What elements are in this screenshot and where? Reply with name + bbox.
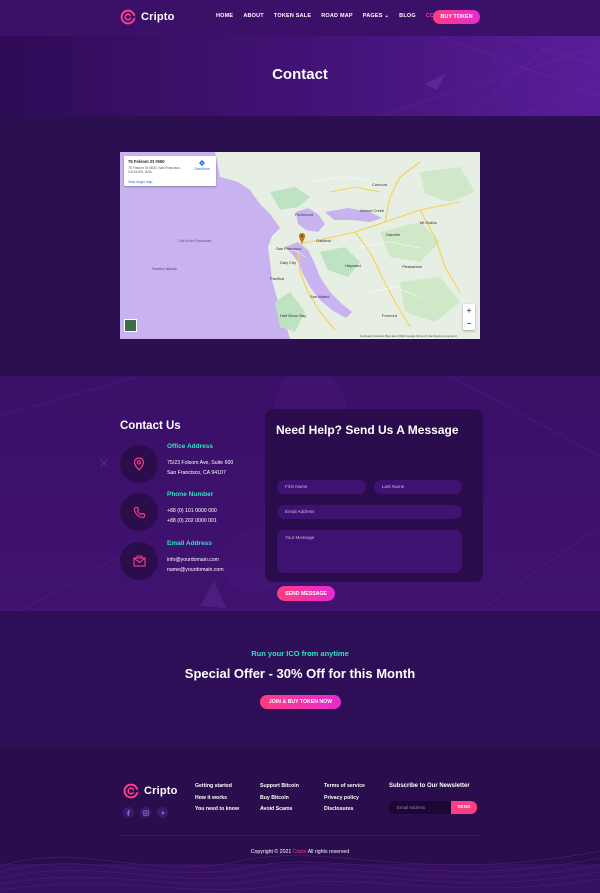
logo-icon (120, 9, 136, 25)
offer-title: Special Offer - 30% Off for this Month (184, 666, 416, 681)
send-message-button[interactable]: SEND MESSAGE (277, 586, 335, 601)
message-textarea[interactable]: Your Message (277, 530, 462, 573)
footer-links-col-3: Terms of service Privacy policy Disclosu… (324, 783, 365, 818)
nav-pages[interactable]: PAGES ⌄ (363, 13, 389, 19)
email-address-heading: Email Address (167, 540, 212, 547)
directions-label: Directions (194, 167, 210, 171)
office-address-line-1: 75/23 Folsom Ave, Suite 600 (167, 460, 234, 466)
footer-link-privacy[interactable]: Privacy policy (324, 795, 365, 807)
phone-number-line-2: +88 (0) 202 0000 001 (167, 518, 217, 524)
directions-link[interactable]: Directions (192, 160, 212, 171)
map-label-richmond: Richmond (295, 212, 313, 217)
contact-form: Need Help? Send Us A Message First Name … (265, 409, 483, 601)
map-section: San Francisco Oakland Farallon Islands G… (0, 116, 600, 376)
first-name-field[interactable]: First Name (277, 480, 366, 494)
location-icon (120, 445, 158, 483)
nav-token-sale[interactable]: TOKEN SALE (274, 13, 311, 19)
site-header: Cripto HOME ABOUT TOKEN SALE ROAD MAP PA… (0, 0, 600, 36)
phone-number-line-1: +88 (0) 101 0000 000 (167, 508, 217, 514)
directions-icon (199, 160, 205, 166)
footer-links-col-1: Getting started How it works You need to… (195, 783, 239, 818)
copyright-suffix: All rights reserved (307, 849, 350, 855)
map-label-pacifica: Pacifica (270, 276, 285, 281)
footer-link-terms[interactable]: Terms of service (324, 783, 365, 795)
map-label-mtdiablo: Mt Diablo (420, 220, 438, 225)
footer-link-you-need-to-know[interactable]: You need to know (195, 806, 239, 818)
map-label-daly: Daly City (280, 260, 296, 265)
map-info-card: 75 Folsom St #600 75 Folsom St #600, San… (124, 156, 216, 186)
offer-subtitle: Run your ICO from anytime (251, 649, 349, 658)
main-nav: HOME ABOUT TOKEN SALE ROAD MAP PAGES ⌄ B… (216, 13, 464, 19)
footer-link-buy-bitcoin[interactable]: Buy Bitcoin (260, 795, 299, 807)
youtube-icon[interactable] (157, 807, 168, 818)
view-larger-map-link[interactable]: View larger map (128, 180, 152, 184)
map-place-address: 75 Folsom St #600, San Francisco, CA 941… (128, 166, 181, 174)
phone-number-heading: Phone Number (167, 491, 214, 498)
office-address-heading: Office Address (167, 443, 213, 450)
last-name-field[interactable]: Last Name (374, 480, 462, 494)
nav-road-map[interactable]: ROAD MAP (321, 13, 353, 19)
footer-link-avoid-scams[interactable]: Avoid Scams (260, 806, 299, 818)
logo-text: Cripto (141, 11, 175, 23)
map-label-farallon: Farallon Islands (152, 267, 177, 271)
footer-links-col-2: Support Bitcoin Buy Bitcoin Avoid Scams (260, 783, 299, 818)
nav-about[interactable]: ABOUT (243, 13, 264, 19)
newsletter-heading: Subscribe to Our Newsletter (389, 783, 470, 789)
map-place-name: 75 Folsom St #600 (128, 159, 165, 164)
logo[interactable]: Cripto (120, 9, 175, 25)
join-buy-token-button[interactable]: JOIN & BUY TOKEN NOW (260, 695, 341, 709)
map-label-gulf: Gulf of the Farallones (178, 239, 212, 243)
map-label-hayward: Hayward (345, 263, 361, 268)
envelope-icon (120, 542, 158, 580)
map-label-sanmateo: San Mateo (310, 294, 330, 299)
newsletter-send-button[interactable]: SEND (451, 801, 477, 814)
email-address-line-2: name@yourdomain.com (167, 567, 224, 573)
map-label-halfmoon: Half Moon Bay (280, 313, 306, 318)
phone-icon (120, 493, 158, 531)
map-label-pleasanton: Pleasanton (402, 264, 422, 269)
instagram-icon[interactable] (140, 807, 151, 818)
email-field[interactable]: Email Address (277, 505, 462, 519)
zoom-out-button[interactable]: − (463, 317, 475, 330)
footer-logo[interactable]: Cripto (123, 783, 178, 799)
footer-link-disclosures[interactable]: Disclosures (324, 806, 365, 818)
contact-us-heading: Contact Us (120, 420, 181, 432)
footer-link-support-bitcoin[interactable]: Support Bitcoin (260, 783, 299, 795)
map-label-sf: San Francisco (276, 246, 302, 251)
footer-wave-decoration (0, 850, 600, 893)
footer-logo-text: Cripto (144, 785, 178, 797)
zoom-in-button[interactable]: + (463, 304, 475, 317)
nav-blog[interactable]: BLOG (399, 13, 416, 19)
site-footer: Cripto Getting started How it works You … (0, 746, 600, 893)
map-attribution: Keyboard shortcuts Map data ©2021 Google… (360, 334, 457, 338)
footer-link-how-it-works[interactable]: How it works (195, 795, 239, 807)
svg-text:✕: ✕ (98, 455, 110, 471)
special-offer-section: Run your ICO from anytime Special Offer … (0, 611, 600, 746)
page-hero: Contact (0, 36, 600, 116)
copyright-text: Copyright © 2021 Cripto All rights reser… (0, 849, 600, 855)
facebook-icon[interactable] (123, 807, 134, 818)
office-address-line-2: San Francisco, CA 94107 (167, 470, 226, 476)
map-label-oakland: Oakland (316, 238, 331, 243)
map-label-concord: Concord (372, 182, 387, 187)
nav-home[interactable]: HOME (216, 13, 233, 19)
newsletter-email-input[interactable]: Email Address (389, 801, 453, 814)
buy-token-button[interactable]: BUY TOKEN (433, 10, 480, 24)
contact-section: ✕ Contact Us Office Address 75/23 Folsom… (0, 376, 600, 611)
copyright-prefix: Copyright © 2021 (250, 849, 292, 855)
social-links (123, 807, 168, 818)
copyright-brand-link[interactable]: Cripto (293, 849, 307, 855)
map-label-fremont: Fremont (382, 313, 398, 318)
email-address-line-1: info@yourdomain.com (167, 557, 219, 563)
map-label-walnut: Walnut Creek (360, 208, 384, 213)
map-satellite-toggle[interactable] (124, 319, 137, 332)
map-zoom-control: + − (463, 304, 475, 330)
footer-divider (120, 835, 480, 836)
map-label-danville: Danville (386, 232, 401, 237)
page-title: Contact (272, 66, 328, 83)
footer-link-getting-started[interactable]: Getting started (195, 783, 239, 795)
footer-logo-icon (123, 783, 139, 799)
contact-form-heading: Need Help? Send Us A Message (276, 423, 459, 437)
embedded-map[interactable]: San Francisco Oakland Farallon Islands G… (120, 152, 480, 339)
